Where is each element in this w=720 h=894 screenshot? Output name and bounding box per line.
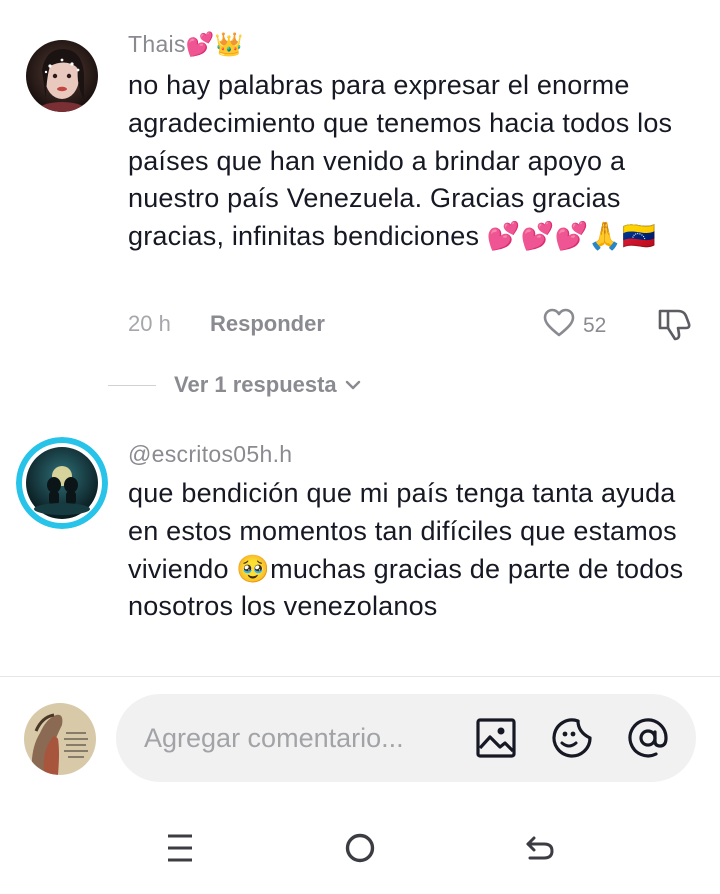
at-mention-icon[interactable] bbox=[626, 716, 670, 760]
image-icon[interactable] bbox=[474, 716, 518, 760]
avatar-thais[interactable] bbox=[26, 40, 98, 112]
comment-timestamp: 20 h bbox=[128, 311, 171, 336]
emoji-icon[interactable] bbox=[550, 716, 594, 760]
like-button[interactable]: 52 bbox=[543, 308, 606, 343]
recent-apps-icon[interactable] bbox=[158, 826, 202, 870]
comment-2: @escritos05h.h que bendición que mi país… bbox=[0, 420, 720, 676]
thumbs-down-icon bbox=[656, 309, 692, 345]
back-arrow-icon[interactable] bbox=[518, 826, 562, 870]
comment-input[interactable] bbox=[144, 694, 464, 782]
home-circle-icon[interactable] bbox=[338, 826, 382, 870]
composer-divider bbox=[0, 676, 720, 677]
avatar-escritos[interactable] bbox=[16, 437, 108, 529]
comment-1: Thais💕👑 no hay palabras para expresar el… bbox=[0, 0, 720, 360]
comment-username[interactable]: @escritos05h.h bbox=[128, 441, 292, 468]
like-count: 52 bbox=[583, 313, 607, 337]
reply-divider-line bbox=[108, 384, 156, 386]
reply-button[interactable]: Responder bbox=[210, 311, 325, 337]
view-replies[interactable]: Ver 1 respuesta bbox=[108, 372, 363, 398]
chevron-down-icon bbox=[343, 375, 363, 395]
view-replies-label: Ver 1 respuesta bbox=[174, 372, 337, 397]
heart-outline-icon bbox=[543, 308, 575, 343]
dislike-button[interactable] bbox=[656, 307, 696, 345]
current-user-avatar[interactable] bbox=[24, 703, 96, 775]
comment-text: no hay palabras para expresar el enorme … bbox=[128, 70, 673, 252]
comment-text: que bendición que mi país tenga tanta ay… bbox=[128, 478, 684, 622]
comment-username[interactable]: Thais💕👑 bbox=[128, 31, 244, 58]
comment-composer bbox=[116, 694, 696, 782]
